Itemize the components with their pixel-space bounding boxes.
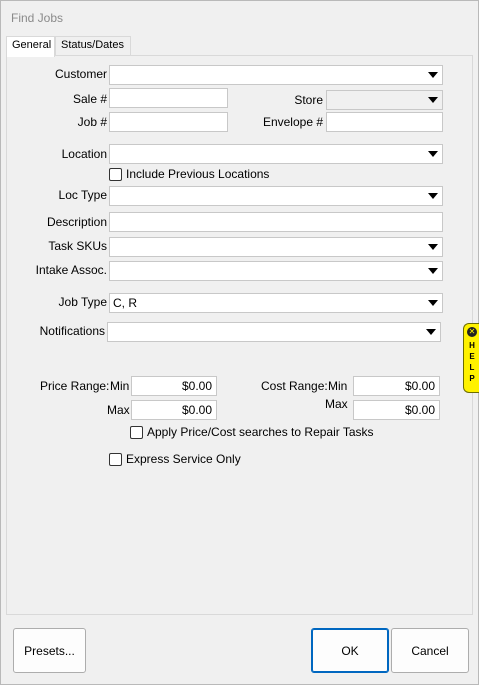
help-tab[interactable]: ✕ HELP [463, 323, 479, 393]
chevron-down-icon [428, 151, 438, 157]
cost-max-label: Max [325, 397, 348, 411]
tab-status-dates[interactable]: Status/Dates [55, 36, 131, 56]
cost-min-input[interactable]: $0.00 [353, 376, 440, 396]
notifications-combo[interactable] [107, 322, 441, 342]
tab-general[interactable]: General [6, 36, 55, 57]
location-combo[interactable] [109, 144, 443, 164]
ok-button[interactable]: OK [311, 628, 389, 673]
description-input[interactable] [109, 212, 443, 232]
envelope-label: Envelope # [262, 115, 323, 129]
envelope-input[interactable] [326, 112, 443, 132]
intake-assoc-combo[interactable] [109, 261, 443, 281]
task-skus-label: Task SKUs [48, 239, 107, 253]
store-combo[interactable] [326, 90, 443, 110]
cancel-button[interactable]: Cancel [391, 628, 469, 673]
chevron-down-icon [428, 300, 438, 306]
price-range-label: Price Range: [40, 379, 110, 393]
help-text: HELP [469, 341, 475, 383]
sale-label: Sale # [72, 92, 107, 106]
apply-to-repair-tasks-checkbox[interactable] [130, 426, 143, 439]
presets-button[interactable]: Presets... [13, 628, 86, 673]
task-skus-combo[interactable] [109, 237, 443, 257]
chevron-down-icon [426, 329, 436, 335]
help-label: HELP [467, 340, 477, 384]
include-previous-locations-checkbox[interactable] [109, 168, 122, 181]
cost-range-label: Cost Range: [261, 379, 328, 393]
cost-min-label: Min [328, 379, 348, 393]
customer-label: Customer [54, 67, 107, 81]
description-label: Description [46, 215, 107, 229]
cost-max-input[interactable]: $0.00 [353, 400, 440, 420]
price-max-input[interactable]: $0.00 [131, 400, 217, 420]
notifications-label: Notifications [39, 324, 105, 338]
job-number-input[interactable] [109, 112, 228, 132]
location-label: Location [61, 147, 107, 161]
include-previous-locations-label: Include Previous Locations [126, 167, 270, 181]
job-type-value: C, R [113, 296, 137, 310]
window-title: Find Jobs [11, 11, 64, 25]
express-service-checkbox[interactable] [109, 453, 122, 466]
loc-type-label: Loc Type [58, 188, 107, 202]
close-icon[interactable]: ✕ [467, 327, 477, 337]
sale-number-input[interactable] [109, 88, 228, 108]
job-type-label: Job Type [58, 295, 107, 309]
find-jobs-window: Find Jobs General Status/Dates Customer … [0, 0, 479, 685]
chevron-down-icon [428, 244, 438, 250]
store-label: Store [294, 93, 323, 107]
job-type-combo[interactable]: C, R [109, 293, 443, 313]
chevron-down-icon [428, 72, 438, 78]
price-min-input[interactable]: $0.00 [131, 376, 217, 396]
apply-to-repair-tasks-label: Apply Price/Cost searches to Repair Task… [147, 425, 374, 439]
loc-type-combo[interactable] [109, 186, 443, 206]
price-max-label: Max [107, 403, 130, 417]
intake-assoc-label: Intake Assoc. [35, 263, 107, 277]
customer-combo[interactable] [109, 65, 443, 85]
price-min-label: Min [110, 379, 130, 393]
express-service-label: Express Service Only [126, 452, 241, 466]
chevron-down-icon [428, 97, 438, 103]
job-number-label: Job # [77, 115, 107, 129]
chevron-down-icon [428, 268, 438, 274]
chevron-down-icon [428, 193, 438, 199]
